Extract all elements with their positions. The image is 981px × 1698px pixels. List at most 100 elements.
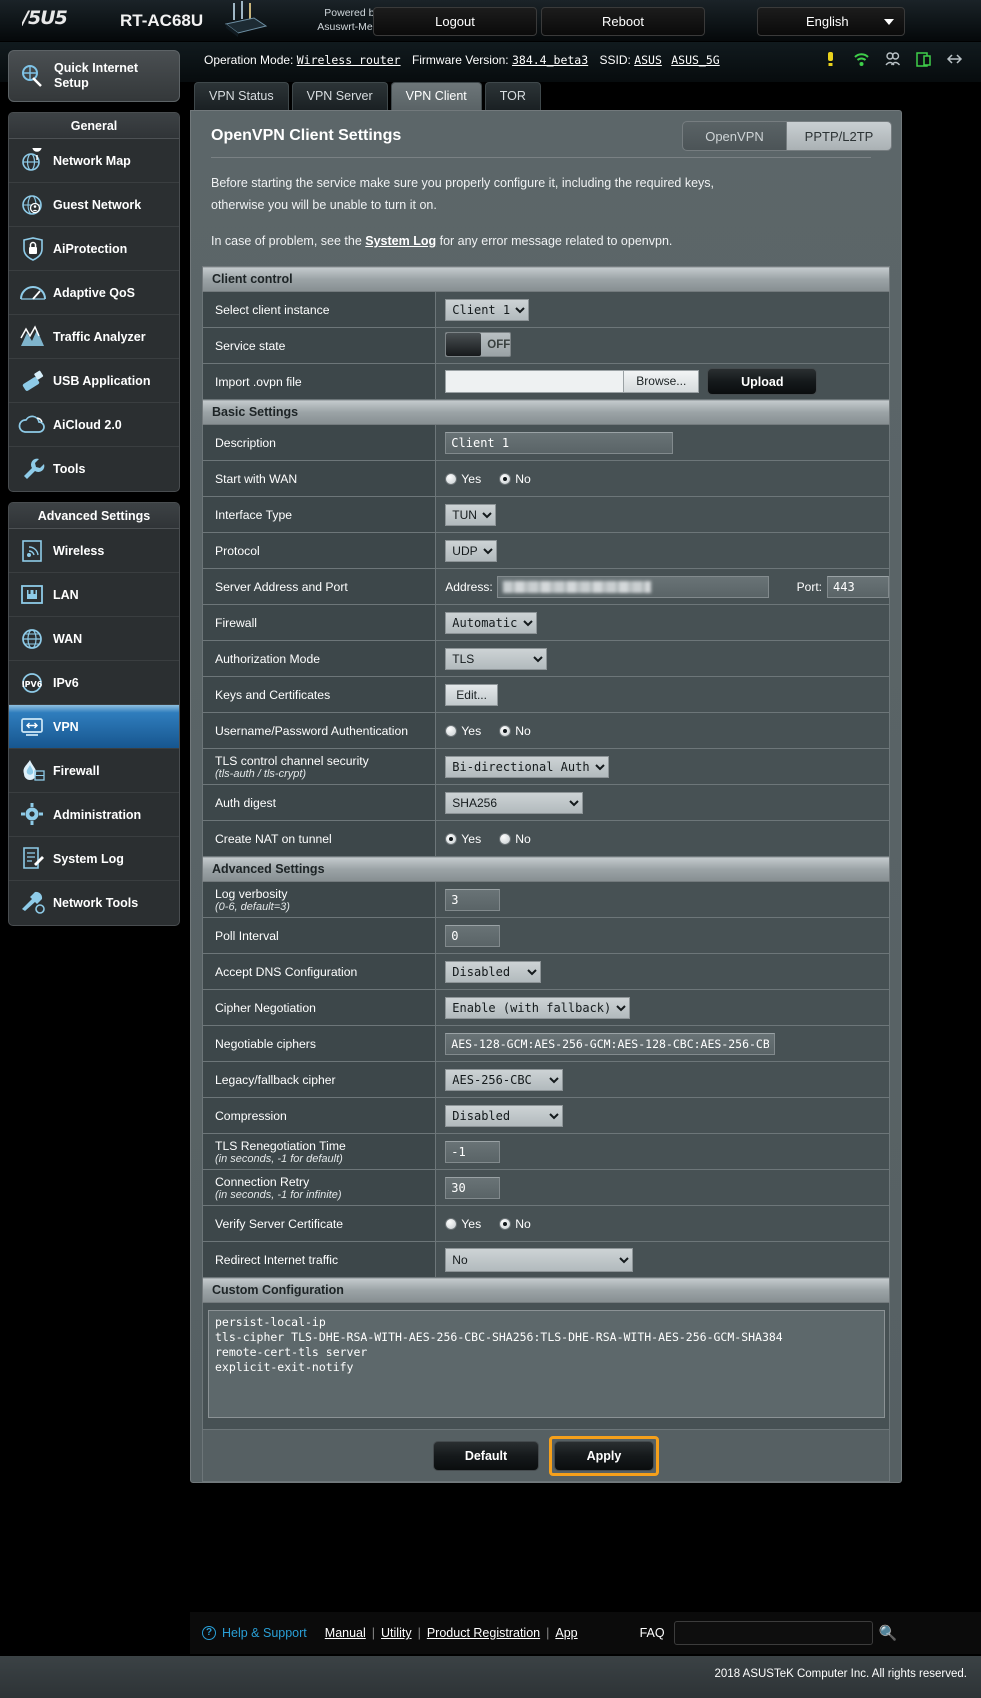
custom-config-textarea[interactable]: persist-local-ip tls-cipher TLS-DHE-RSA-… (208, 1310, 885, 1418)
tab-vpn-status[interactable]: VPN Status (194, 82, 289, 110)
server-address-input[interactable] (496, 575, 769, 598)
interface-type-select[interactable]: TUN (445, 503, 497, 526)
sub-tls-reneg: (in seconds, -1 for default) (215, 1152, 343, 1165)
usb-device-icon[interactable] (915, 50, 932, 68)
status-icon-group (822, 50, 963, 68)
sidebar-item-tools[interactable]: Tools (9, 447, 179, 491)
start-with-wan-no-radio[interactable] (499, 472, 512, 485)
label-firewall: Firewall (201, 604, 437, 641)
poll-interval-input[interactable] (445, 924, 501, 947)
tab-vpn-server[interactable]: VPN Server (291, 82, 388, 110)
row-start-with-wan: Start with WAN Yes No (201, 460, 890, 497)
apply-button[interactable]: Apply (554, 1440, 654, 1471)
default-button[interactable]: Default (433, 1440, 539, 1471)
sidebar-item-system-log[interactable]: System Log (9, 837, 179, 881)
reboot-button[interactable]: Reboot (541, 7, 705, 36)
nav-group-advanced: Advanced Settings Wireless LAN WAN IPV6 … (8, 502, 180, 926)
sidebar-item-wireless[interactable]: Wireless (9, 529, 179, 573)
tab-vpn-client[interactable]: VPN Client (390, 82, 482, 110)
cipher-negotiation-select[interactable]: Enable (with fallback) (445, 996, 631, 1019)
logout-button[interactable]: Logout (373, 7, 537, 36)
sidebar-item-network-map[interactable]: Network Map (9, 139, 179, 183)
ssid-5g[interactable]: ASUS_5G (671, 53, 719, 67)
row-select-client-instance: Select client instance Client 1 (201, 291, 890, 328)
start-with-wan-yes-radio[interactable] (445, 472, 458, 485)
create-nat-yes-radio[interactable] (445, 832, 458, 845)
faq-label: FAQ (639, 1626, 665, 1640)
firmware-value[interactable]: 384.4_beta3 (512, 53, 588, 67)
ssid-24g[interactable]: ASUS (634, 53, 662, 67)
language-selector[interactable]: English (757, 7, 905, 36)
client-instance-select[interactable]: Client 1 (445, 298, 530, 321)
browse-button[interactable]: Browse... (623, 370, 700, 393)
row-authorization-mode: Authorization Mode TLS (201, 640, 890, 677)
sidebar-item-adaptive-qos[interactable]: Adaptive QoS (9, 271, 179, 315)
svg-text:IPV6: IPV6 (22, 680, 43, 689)
sidebar-item-firewall[interactable]: Firewall (9, 749, 179, 793)
verify-cert-yes-radio[interactable] (445, 1217, 458, 1230)
accept-dns-select[interactable]: Disabled (445, 960, 542, 983)
clients-icon[interactable] (884, 50, 901, 68)
authorization-mode-select[interactable]: TLS (445, 647, 548, 670)
verify-cert-no-radio[interactable] (499, 1217, 512, 1230)
operation-mode-value[interactable]: Wireless router (297, 53, 401, 67)
row-tls-renegotiation: TLS Renegotiation Time (in seconds, -1 f… (201, 1133, 890, 1170)
tls-control-select[interactable]: Bi-directional Auth (445, 755, 610, 778)
create-nat-no-label: No (515, 831, 531, 846)
protocol-pptp-l2tp-button[interactable]: PPTP/L2TP (787, 121, 892, 151)
description-input[interactable] (445, 431, 674, 454)
label-accept-dns: Accept DNS Configuration (201, 953, 437, 990)
sidebar-item-guest-network[interactable]: Guest Network (9, 183, 179, 227)
sidebar-item-wan[interactable]: WAN (9, 617, 179, 661)
faq-search-input[interactable] (673, 1621, 873, 1645)
manual-link[interactable]: Manual (325, 1626, 366, 1640)
system-log-link[interactable]: System Log (365, 234, 436, 248)
sidebar-item-administration[interactable]: Administration (9, 793, 179, 837)
userpass-no-radio[interactable] (499, 724, 512, 737)
service-state-toggle[interactable]: OFF (445, 332, 512, 357)
log-verbosity-input[interactable] (445, 888, 501, 911)
sidebar-item-aiprotection[interactable]: AiProtection (9, 227, 179, 271)
sidebar-item-network-tools[interactable]: Network Tools (9, 881, 179, 925)
upload-button[interactable]: Upload (707, 368, 818, 395)
sidebar-item-ipv6[interactable]: IPV6 IPv6 (9, 661, 179, 705)
shield-icon (23, 236, 43, 261)
label-interface-type: Interface Type (201, 496, 437, 533)
protocol-openvpn-button[interactable]: OpenVPN (682, 121, 787, 151)
sidebar-item-traffic-analyzer[interactable]: Traffic Analyzer (9, 315, 179, 359)
app-link[interactable]: App (555, 1626, 577, 1640)
notification-icon[interactable] (822, 50, 839, 68)
tab-tor[interactable]: TOR (484, 82, 541, 110)
legacy-cipher-select[interactable]: AES-256-CBC (445, 1068, 564, 1091)
product-registration-link[interactable]: Product Registration (427, 1626, 540, 1640)
sidebar-label: AiCloud 2.0 (53, 417, 122, 432)
auth-digest-select[interactable]: SHA256 (445, 791, 584, 814)
firewall-select[interactable]: Automatic (445, 611, 538, 634)
utility-link[interactable]: Utility (381, 1626, 412, 1640)
create-nat-no-radio[interactable] (499, 832, 512, 845)
edit-keys-button[interactable]: Edit... (445, 683, 498, 706)
quick-internet-setup-button[interactable]: Quick Internet Setup (8, 50, 180, 102)
wifi-icon[interactable] (853, 50, 870, 68)
tls-reneg-input[interactable] (445, 1140, 501, 1163)
ovpn-file-input[interactable] (445, 370, 624, 393)
link-icon[interactable] (946, 50, 963, 68)
sidebar-item-usb-application[interactable]: USB Application (9, 359, 179, 403)
connection-retry-input[interactable] (445, 1176, 501, 1199)
label-verify-server-cert: Verify Server Certificate (201, 1205, 437, 1242)
sidebar-item-vpn[interactable]: VPN (9, 705, 179, 749)
row-protocol: Protocol UDP (201, 532, 890, 569)
sidebar-item-aicloud[interactable]: AiCloud 2.0 (9, 403, 179, 447)
userpass-yes-radio[interactable] (445, 724, 458, 737)
sub-log-verbosity: (0-6, default=3) (215, 900, 290, 913)
redirect-internet-select[interactable]: No (445, 1247, 634, 1272)
start-with-wan-no-label: No (515, 471, 531, 486)
row-create-nat: Create NAT on tunnel Yes No (201, 820, 890, 857)
label-create-nat: Create NAT on tunnel (201, 820, 437, 857)
protocol-select[interactable]: UDP (445, 539, 498, 562)
sidebar-item-lan[interactable]: LAN (9, 573, 179, 617)
search-icon[interactable]: 🔍 (879, 1624, 901, 1642)
negotiable-ciphers-input[interactable] (445, 1032, 776, 1055)
server-port-input[interactable] (827, 575, 889, 598)
compression-select[interactable]: Disabled (445, 1104, 564, 1127)
